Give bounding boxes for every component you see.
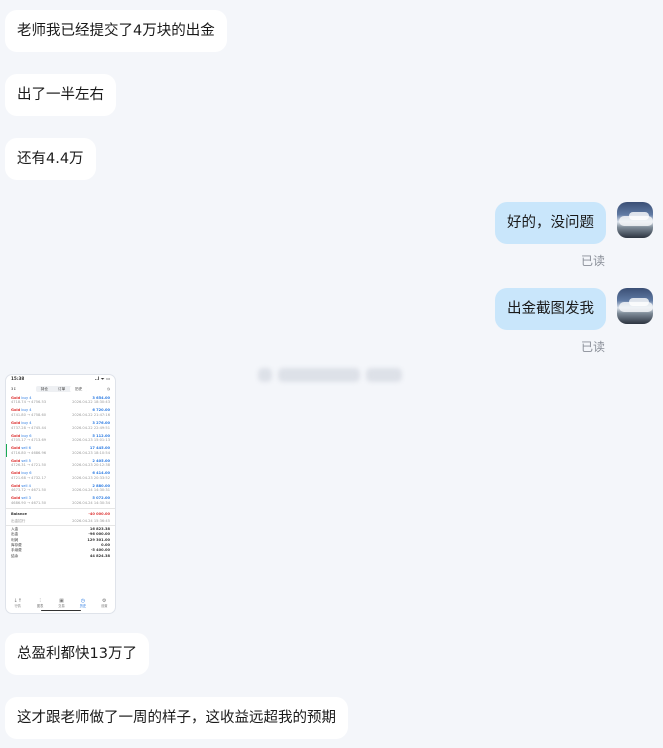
blurred-text [258,366,408,384]
trade-row: Gold sell 3 4686.90 → 4671.50 5 072.00 2026… [11,496,110,505]
user-avatar[interactable] [617,288,653,324]
read-receipt: 已读 [580,340,605,354]
bottom-nav: ↓↑ 行情 ⫶ 图表 ▣ 交易 ◷ 历史 ⚙ 设置 [6,598,115,609]
trade-row: Gold sell 5 4726.31 → 4721.50 2 405.00 2026… [11,458,110,468]
message-bubble-outgoing[interactable]: 出金截图发我 [495,288,606,330]
message-bubble-outgoing[interactable]: 好的，没问题 [495,202,606,244]
nav-item: ⚙ 设置 [101,598,108,609]
message-bubble[interactable]: 老师我已经提交了4万块的出金 [5,10,227,52]
nav-item: ↓↑ 行情 [13,598,22,609]
trade-row: Gold buy 4 4718.74 → 4756.53 3 654.00 2026.… [11,395,110,405]
image-message-screenshot[interactable]: 15:38 ..l ᯤ ▭ 3↕ 持仓 订单 历史 ◷ Gold buy 4 471… [5,374,116,614]
message-bubble[interactable]: 还有4.4万 [5,138,96,180]
message-bubble[interactable]: 总盈利都快13万了 [5,633,149,675]
message-bubble[interactable]: 出了一半左右 [5,74,116,116]
phone-status-bar: 15:38 ..l ᯤ ▭ [11,376,110,381]
trade-row: Gold sell 4 4673.72 → 4671.50 2 880.00 2026… [11,483,110,493]
read-receipt: 已读 [580,254,605,268]
balance-row: Balance -40 000.00 [11,511,110,516]
trade-row: Gold buy 6 4721.68 → 4732.17 6 414.00 2026.… [11,471,110,480]
nav-item: ▣ 交易 [58,598,65,609]
clock-icon: ◷ [106,386,110,391]
summary-row: 结余 44 824.38 [11,553,110,558]
message-bubble[interactable]: 这才跟老师做了一周的样子，这收益远超我的预期 [5,697,348,739]
trade-row: Gold buy 4 4737.28 → 4745.44 3 276.00 2026.… [11,421,110,430]
user-avatar[interactable] [617,202,653,238]
trade-row: Gold buy 4 4741.80 → 4758.60 6 720.00 2026.… [11,408,110,418]
history-tabs: 3↕ 持仓 订单 历史 ◷ [11,385,110,393]
trade-row: Gold buy 6 4705.17 → 4713.69 5 112.00 2026.… [11,433,110,443]
nav-item: ◷ 历史 [79,598,87,609]
trade-row: Gold sell 6 4716.80 → 4686.96 17 445.00 202… [6,444,115,457]
nav-item: ⫶ 图表 [36,598,44,609]
